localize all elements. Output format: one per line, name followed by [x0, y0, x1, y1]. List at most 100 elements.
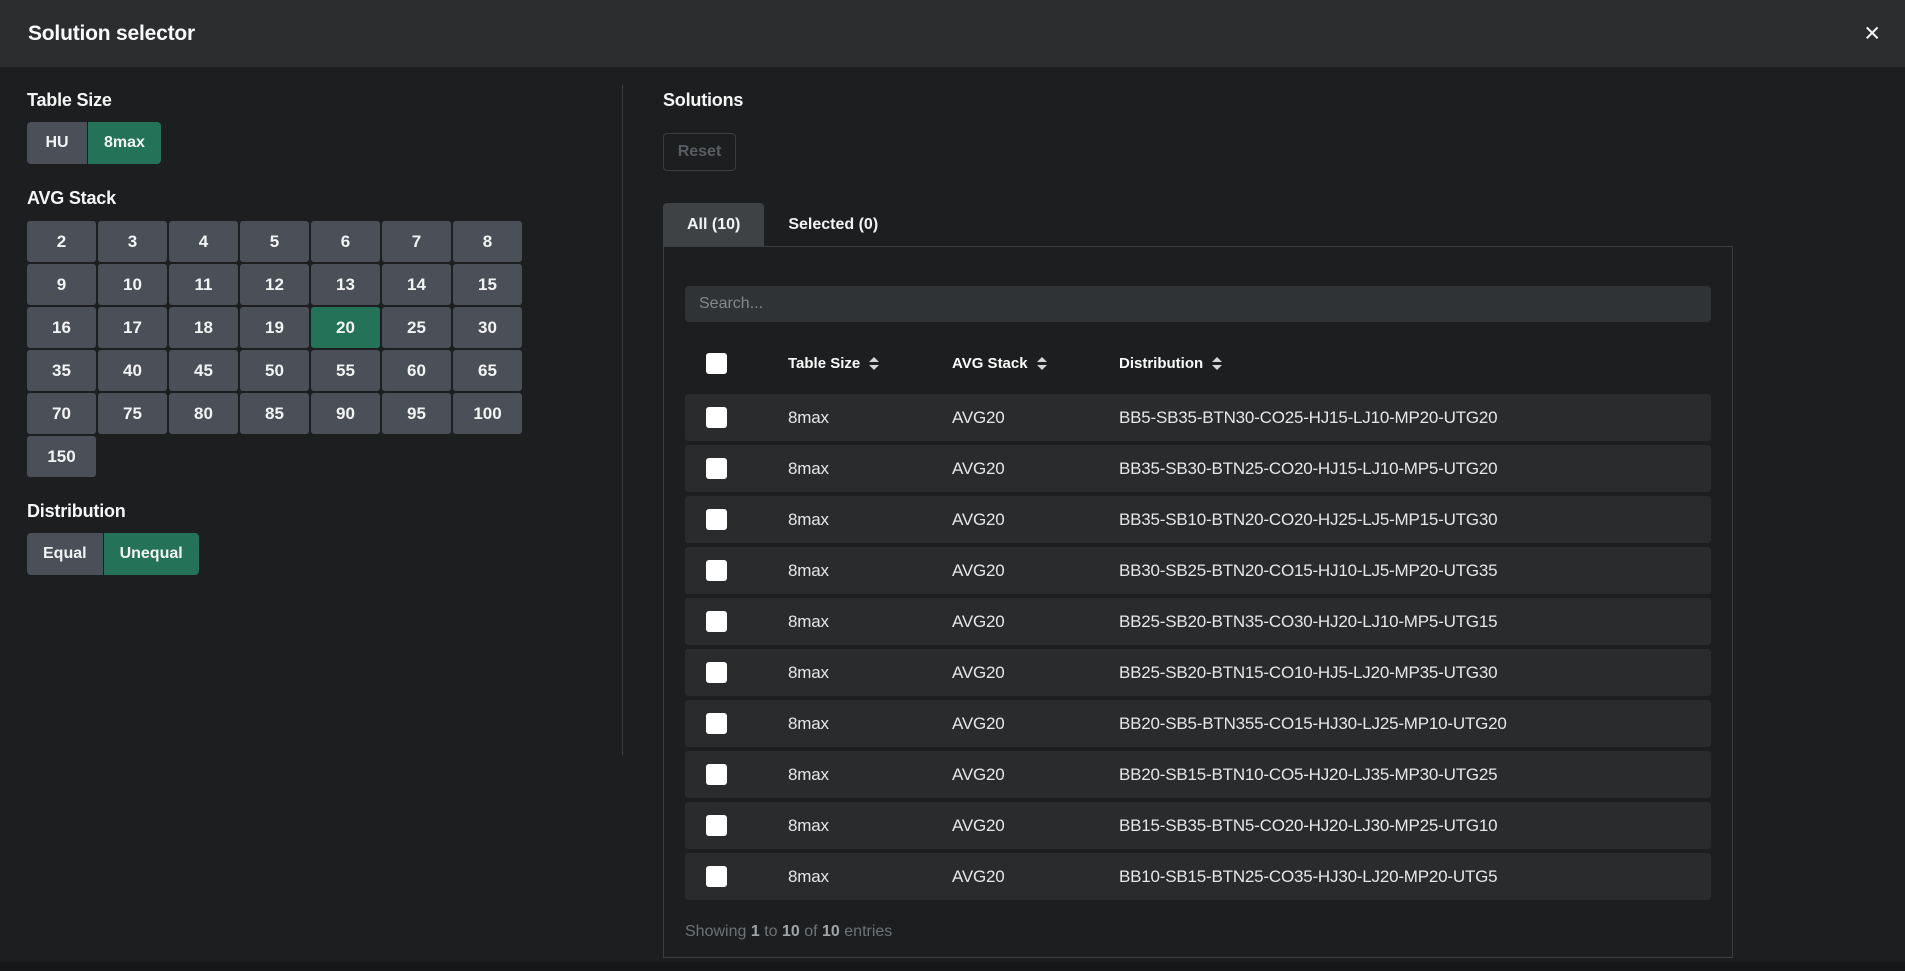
row-checkbox[interactable]: [706, 509, 727, 530]
avg-stack-button-5[interactable]: 5: [240, 221, 309, 262]
avg-stack-button-3[interactable]: 3: [98, 221, 167, 262]
avg-stack-button-25[interactable]: 25: [382, 307, 451, 348]
row-checkbox[interactable]: [706, 866, 727, 887]
avg-stack-button-19[interactable]: 19: [240, 307, 309, 348]
table-size-cell: 8max: [767, 408, 931, 428]
row-checkbox[interactable]: [706, 560, 727, 581]
avg-stack-button-75[interactable]: 75: [98, 393, 167, 434]
table-row[interactable]: 8maxAVG20BB25-SB20-BTN15-CO10-HJ5-LJ20-M…: [685, 649, 1711, 696]
sort-icon[interactable]: [869, 357, 879, 370]
avg-stack-button-95[interactable]: 95: [382, 393, 451, 434]
table-row[interactable]: 8maxAVG20BB30-SB25-BTN20-CO15-HJ10-LJ5-M…: [685, 547, 1711, 594]
table-size-button-hu[interactable]: HU: [27, 122, 87, 164]
avg-stack-button-70[interactable]: 70: [27, 393, 96, 434]
search-input[interactable]: [685, 286, 1711, 322]
tab-selected[interactable]: Selected (0): [764, 203, 902, 246]
avg-stack-cell: AVG20: [931, 663, 1098, 683]
avg-stack-button-12[interactable]: 12: [240, 264, 309, 305]
footer-total: 10: [822, 923, 840, 940]
solutions-heading: Solutions: [663, 90, 1733, 111]
table-size-cell: 8max: [767, 459, 931, 479]
avg-stack-button-55[interactable]: 55: [311, 350, 380, 391]
row-checkbox[interactable]: [706, 611, 727, 632]
distribution-cell: BB20-SB5-BTN355-CO15-HJ30-LJ25-MP10-UTG2…: [1098, 714, 1711, 734]
avg-stack-button-4[interactable]: 4: [169, 221, 238, 262]
distribution-cell: BB10-SB15-BTN25-CO35-HJ30-LJ20-MP20-UTG5: [1098, 867, 1711, 887]
avg-stack-button-6[interactable]: 6: [311, 221, 380, 262]
table-size-cell: 8max: [767, 867, 931, 887]
avg-stack-button-90[interactable]: 90: [311, 393, 380, 434]
tab-all[interactable]: All (10): [663, 203, 764, 246]
footer-to: 10: [782, 923, 800, 940]
table-size-cell: 8max: [767, 561, 931, 581]
sort-icon[interactable]: [1037, 357, 1047, 370]
avg-stack-button-100[interactable]: 100: [453, 393, 522, 434]
avg-stack-button-65[interactable]: 65: [453, 350, 522, 391]
distribution-button-equal[interactable]: Equal: [27, 533, 103, 575]
avg-stack-button-80[interactable]: 80: [169, 393, 238, 434]
avg-stack-button-35[interactable]: 35: [27, 350, 96, 391]
table-row[interactable]: 8maxAVG20BB20-SB5-BTN355-CO15-HJ30-LJ25-…: [685, 700, 1711, 747]
avg-stack-button-150[interactable]: 150: [27, 436, 96, 477]
table-row[interactable]: 8maxAVG20BB5-SB35-BTN30-CO25-HJ15-LJ10-M…: [685, 394, 1711, 441]
distribution-cell: BB15-SB35-BTN5-CO20-HJ20-LJ30-MP25-UTG10: [1098, 816, 1711, 836]
sort-up-icon: [869, 357, 879, 362]
avg-stack-button-30[interactable]: 30: [453, 307, 522, 348]
table-row[interactable]: 8maxAVG20BB25-SB20-BTN35-CO30-HJ20-LJ10-…: [685, 598, 1711, 645]
avg-stack-button-40[interactable]: 40: [98, 350, 167, 391]
sort-down-icon: [869, 365, 879, 370]
avg-stack-button-16[interactable]: 16: [27, 307, 96, 348]
table-size-cell: 8max: [767, 612, 931, 632]
select-all-checkbox[interactable]: [706, 353, 727, 374]
table-size-button-8max[interactable]: 8max: [88, 122, 161, 164]
table-row[interactable]: 8maxAVG20BB35-SB30-BTN25-CO20-HJ15-LJ10-…: [685, 445, 1711, 492]
sort-icon[interactable]: [1212, 357, 1222, 370]
avg-stack-button-60[interactable]: 60: [382, 350, 451, 391]
avg-stack-button-18[interactable]: 18: [169, 307, 238, 348]
filters-panel: Table Size HU 8max AVG Stack 23456789101…: [27, 90, 587, 575]
sort-down-icon: [1037, 365, 1047, 370]
column-header-distribution: Distribution: [1098, 355, 1711, 372]
avg-stack-grid: 2345678910111213141516171819202530354045…: [27, 221, 522, 477]
table-size-heading: Table Size: [27, 90, 587, 111]
avg-stack-button-8[interactable]: 8: [453, 221, 522, 262]
avg-stack-button-17[interactable]: 17: [98, 307, 167, 348]
table-row[interactable]: 8maxAVG20BB15-SB35-BTN5-CO20-HJ20-LJ30-M…: [685, 802, 1711, 849]
table-row[interactable]: 8maxAVG20BB10-SB15-BTN25-CO35-HJ30-LJ20-…: [685, 853, 1711, 900]
vertical-divider: [622, 85, 623, 755]
avg-stack-button-14[interactable]: 14: [382, 264, 451, 305]
page-title: Solution selector: [28, 22, 195, 46]
table-row[interactable]: 8maxAVG20BB20-SB15-BTN10-CO5-HJ20-LJ35-M…: [685, 751, 1711, 798]
avg-stack-cell: AVG20: [931, 816, 1098, 836]
table-row[interactable]: 8maxAVG20BB35-SB10-BTN20-CO20-HJ25-LJ5-M…: [685, 496, 1711, 543]
row-checkbox[interactable]: [706, 407, 727, 428]
row-checkbox[interactable]: [706, 662, 727, 683]
footer-text: Showing: [685, 923, 746, 940]
table-size-cell: 8max: [767, 663, 931, 683]
table-size-cell: 8max: [767, 816, 931, 836]
distribution-button-unequal[interactable]: Unequal: [104, 533, 199, 575]
sort-up-icon: [1212, 357, 1222, 362]
avg-stack-button-11[interactable]: 11: [169, 264, 238, 305]
avg-stack-button-13[interactable]: 13: [311, 264, 380, 305]
row-checkbox[interactable]: [706, 713, 727, 734]
avg-stack-heading: AVG Stack: [27, 188, 587, 209]
row-checkbox[interactable]: [706, 764, 727, 785]
row-checkbox[interactable]: [706, 458, 727, 479]
avg-stack-button-15[interactable]: 15: [453, 264, 522, 305]
distribution-cell: BB5-SB35-BTN30-CO25-HJ15-LJ10-MP20-UTG20: [1098, 408, 1711, 428]
avg-stack-button-2[interactable]: 2: [27, 221, 96, 262]
row-checkbox[interactable]: [706, 815, 727, 836]
table-footer: Showing 1 to 10 of 10 entries: [685, 904, 1711, 941]
avg-stack-button-85[interactable]: 85: [240, 393, 309, 434]
reset-button[interactable]: Reset: [663, 133, 736, 171]
avg-stack-button-50[interactable]: 50: [240, 350, 309, 391]
avg-stack-button-7[interactable]: 7: [382, 221, 451, 262]
avg-stack-button-9[interactable]: 9: [27, 264, 96, 305]
close-icon[interactable]: ✕: [1863, 23, 1881, 44]
avg-stack-cell: AVG20: [931, 561, 1098, 581]
avg-stack-button-20[interactable]: 20: [311, 307, 380, 348]
distribution-cell: BB25-SB20-BTN35-CO30-HJ20-LJ10-MP5-UTG15: [1098, 612, 1711, 632]
avg-stack-button-45[interactable]: 45: [169, 350, 238, 391]
avg-stack-button-10[interactable]: 10: [98, 264, 167, 305]
